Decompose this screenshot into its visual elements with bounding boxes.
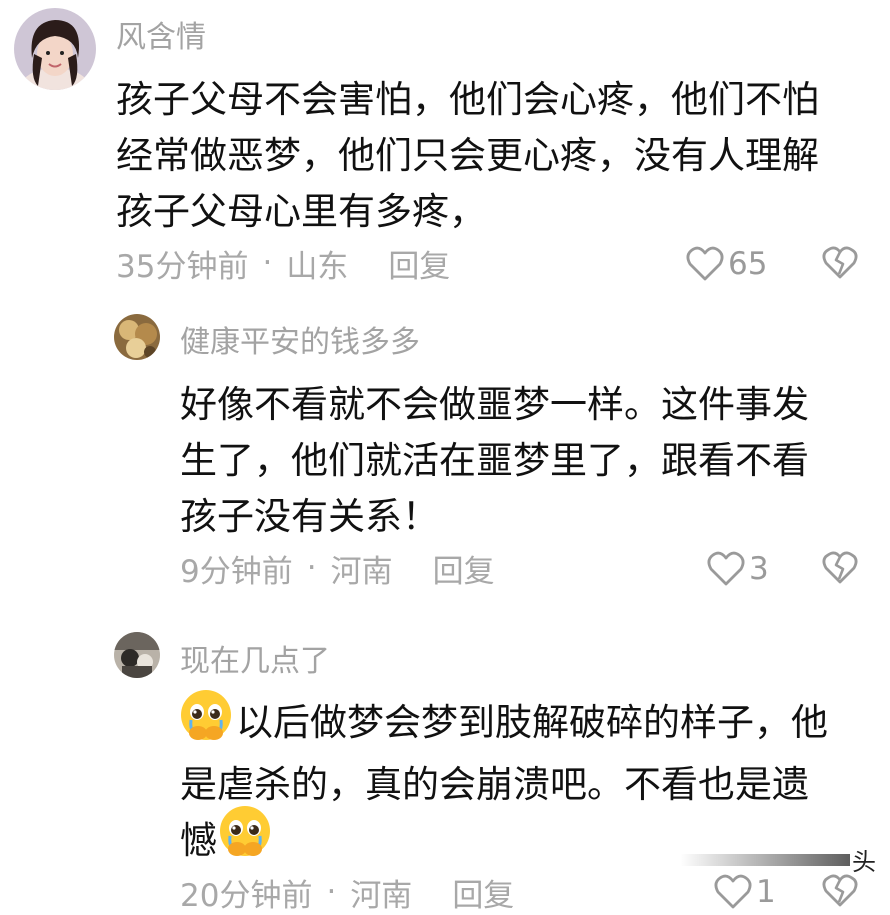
emoji	[179, 688, 233, 742]
comment-meta: 20分钟前 · 河南 回复	[180, 870, 514, 915]
heart-outline-icon	[686, 246, 724, 281]
like-count: 1	[756, 874, 776, 910]
meta-separator: ·	[262, 245, 273, 281]
comment-author[interactable]: 健康平安的钱多多	[180, 317, 420, 361]
comment-location: 河南	[350, 877, 413, 914]
comment-text-line: 孩子父母不会害怕，他们会心疼，他们不怕	[116, 78, 819, 121]
comment-time: 9分钟前	[180, 553, 293, 590]
like-count: 3	[749, 551, 769, 587]
comment-text-line: 是虐杀的，真的会崩溃吧。不看也是遗	[180, 763, 809, 806]
dislike-button[interactable]	[822, 874, 858, 910]
reply-button[interactable]: 回复	[452, 870, 514, 915]
comment-text-line: 经常做恶梦，他们只会更心疼，没有人理解	[116, 134, 819, 177]
meta-separator: ·	[306, 550, 317, 586]
avatar[interactable]	[114, 314, 160, 360]
comment-text-line: 生了，他们就活在噩梦里了，跟看不看	[180, 439, 809, 482]
reply-button[interactable]: 回复	[388, 241, 450, 286]
heart-outline-icon	[707, 551, 745, 586]
like-button[interactable]: 3	[707, 549, 769, 589]
comment-text-line: 孩子父母心里有多疼，	[116, 190, 486, 233]
comment-text-line: 憾	[180, 819, 217, 862]
comment-meta: 9分钟前 · 河南 回复	[180, 546, 495, 591]
comment-author[interactable]: 风含情	[116, 12, 206, 56]
comment-text-line: 以后做梦会梦到肢解破碎的样子，他	[236, 701, 828, 744]
pleading-face-with-hands-emoji	[181, 690, 231, 740]
meta-separator: ·	[326, 874, 337, 910]
dislike-button[interactable]	[822, 246, 858, 282]
comment-text-line: 好像不看就不会做噩梦一样。这件事发	[180, 383, 809, 426]
broken-heart-icon	[822, 246, 858, 279]
broken-heart-icon	[822, 874, 858, 907]
like-button[interactable]: 65	[686, 244, 767, 284]
heart-outline-icon	[714, 874, 752, 909]
comment-time: 20分钟前	[180, 877, 313, 914]
pleading-face-with-hands-emoji	[220, 806, 270, 856]
comment-location: 山东	[286, 248, 349, 285]
avatar[interactable]	[114, 632, 160, 678]
reply-button[interactable]: 回复	[433, 546, 495, 591]
emoji	[218, 804, 272, 858]
like-button[interactable]: 1	[714, 872, 776, 912]
watermark-bar	[680, 854, 850, 866]
comment-time: 35分钟前	[116, 248, 249, 285]
comment-location: 河南	[330, 553, 393, 590]
comment-meta: 35分钟前 · 山东 回复	[116, 241, 450, 286]
dislike-button[interactable]	[822, 551, 858, 587]
like-count: 65	[728, 246, 768, 282]
watermark-text: 头	[852, 848, 876, 876]
comment-author[interactable]: 现在几点了	[180, 636, 330, 680]
broken-heart-icon	[822, 551, 858, 584]
comment-text-line: 孩子没有关系！	[180, 495, 439, 538]
avatar[interactable]	[14, 8, 96, 90]
watermark: 头	[680, 848, 890, 876]
